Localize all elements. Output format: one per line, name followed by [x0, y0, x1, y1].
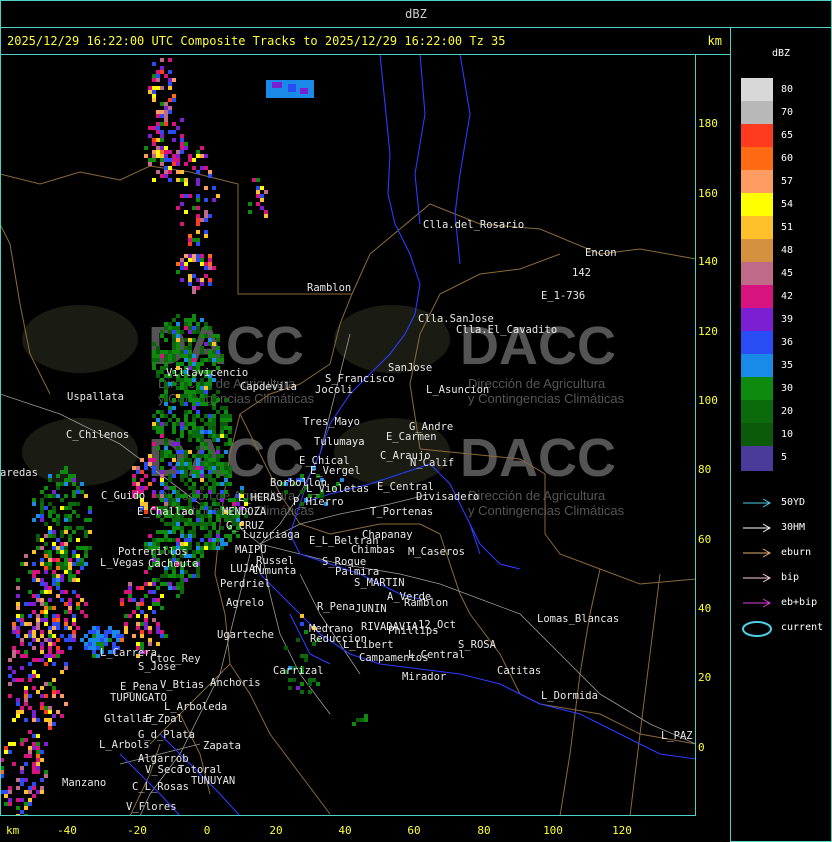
x-tick-label: -40: [57, 824, 77, 837]
legend-track-label: 50YD: [781, 497, 806, 508]
x-tick-label: 120: [612, 824, 632, 837]
legend-swatch: [741, 193, 773, 218]
legend-title: dBZ: [771, 48, 791, 59]
legend-swatch-label: 36: [781, 337, 794, 348]
x-tick-label: 100: [543, 824, 563, 837]
legend-track-bip: bip: [741, 571, 831, 585]
legend-swatch-label: 10: [781, 429, 794, 440]
legend-swatch-label: 42: [781, 291, 794, 302]
legend-track-label: 30HM: [781, 522, 806, 533]
window-title: dBZ: [405, 7, 427, 21]
y-tick-label: 120: [698, 325, 718, 338]
legend-swatch-label: 54: [781, 199, 794, 210]
y-tick-label: 0: [698, 741, 705, 754]
window-title-bar: dBZ: [0, 0, 832, 28]
legend-swatch: [741, 78, 773, 103]
legend-track-label: eburn: [781, 547, 812, 558]
legend-swatch: [741, 147, 773, 172]
legend-track-eb+bip: eb+bip: [741, 596, 831, 610]
track-arrow-icon: [743, 523, 772, 533]
legend-swatch-label: 45: [781, 268, 794, 279]
x-tick-label: 20: [269, 824, 283, 837]
legend-track-label: eb+bip: [781, 597, 818, 608]
legend-swatch: [741, 354, 773, 379]
y-tick-label: 140: [698, 255, 718, 268]
track-arrow-icon: [743, 598, 772, 608]
track-arrow-icon: [743, 548, 772, 558]
legend-swatch: [741, 423, 773, 448]
x-tick-label: -20: [127, 824, 147, 837]
legend-swatch: [741, 262, 773, 287]
x-axis-unit: km: [6, 824, 20, 837]
track-arrow-icon: [743, 498, 772, 508]
legend-swatch: [741, 285, 773, 310]
legend-swatch-label: 20: [781, 406, 794, 417]
legend-swatch-label: 35: [781, 360, 794, 371]
legend-swatch: [741, 124, 773, 149]
legend-swatch-label: 80: [781, 84, 794, 95]
y-tick-label: 180: [698, 117, 718, 130]
legend-swatch-label: 65: [781, 130, 794, 141]
legend-swatch: [741, 216, 773, 241]
legend-swatch: [741, 101, 773, 126]
composite-title: 2025/12/29 16:22:00 UTC Composite Tracks…: [7, 34, 506, 48]
legend-swatch-label: 30: [781, 383, 794, 394]
legend-track-label: bip: [781, 572, 800, 583]
x-tick-label: 40: [338, 824, 352, 837]
legend-swatch: [741, 446, 773, 471]
legend-swatch-label: 48: [781, 245, 794, 256]
current-ellipse-icon: [742, 621, 772, 637]
header-unit: km: [707, 34, 722, 48]
legend-swatch: [741, 331, 773, 356]
legend-track-current: current: [741, 621, 831, 637]
y-tick-label: 160: [698, 187, 718, 200]
legend-swatch: [741, 170, 773, 195]
legend-swatch-label: 39: [781, 314, 794, 325]
legend-track-50YD: 50YD: [741, 496, 831, 510]
legend-track-label: current: [781, 622, 824, 633]
legend-swatch: [741, 308, 773, 333]
track-arrow-icon: [743, 573, 772, 583]
y-tick-label: 60: [698, 533, 712, 546]
legend-track-30HM: 30HM: [741, 521, 831, 535]
y-tick-label: 20: [698, 671, 712, 684]
y-tick-label: 80: [698, 463, 712, 476]
y-tick-label: 40: [698, 602, 712, 615]
x-axis: km -40 -20 0 20 40 60 80 100 120: [0, 816, 731, 842]
map-frame: [0, 54, 696, 816]
legend-panel: dBZ 80 70 65 60 57 54 51 48 45 42 39 36 35 30 20 10 5 50…: [730, 27, 832, 842]
legend-swatch: [741, 239, 773, 264]
x-tick-label: 0: [203, 824, 211, 837]
y-tick-label: 100: [698, 394, 718, 407]
x-tick-label: 80: [477, 824, 491, 837]
legend-swatch: [741, 400, 773, 425]
legend-swatch: [741, 377, 773, 402]
header-bar: 2025/12/29 16:22:00 UTC Composite Tracks…: [0, 27, 731, 55]
legend-swatch-label: 5: [781, 452, 788, 463]
legend-swatch-label: 70: [781, 107, 794, 118]
legend-swatch-label: 51: [781, 222, 794, 233]
legend-swatch-label: 60: [781, 153, 794, 164]
y-axis: 180 160 140 120 100 80 60 40 20 0: [696, 54, 730, 816]
legend-swatch-label: 57: [781, 176, 794, 187]
x-tick-label: 60: [407, 824, 421, 837]
legend-track-eburn: eburn: [741, 546, 831, 560]
